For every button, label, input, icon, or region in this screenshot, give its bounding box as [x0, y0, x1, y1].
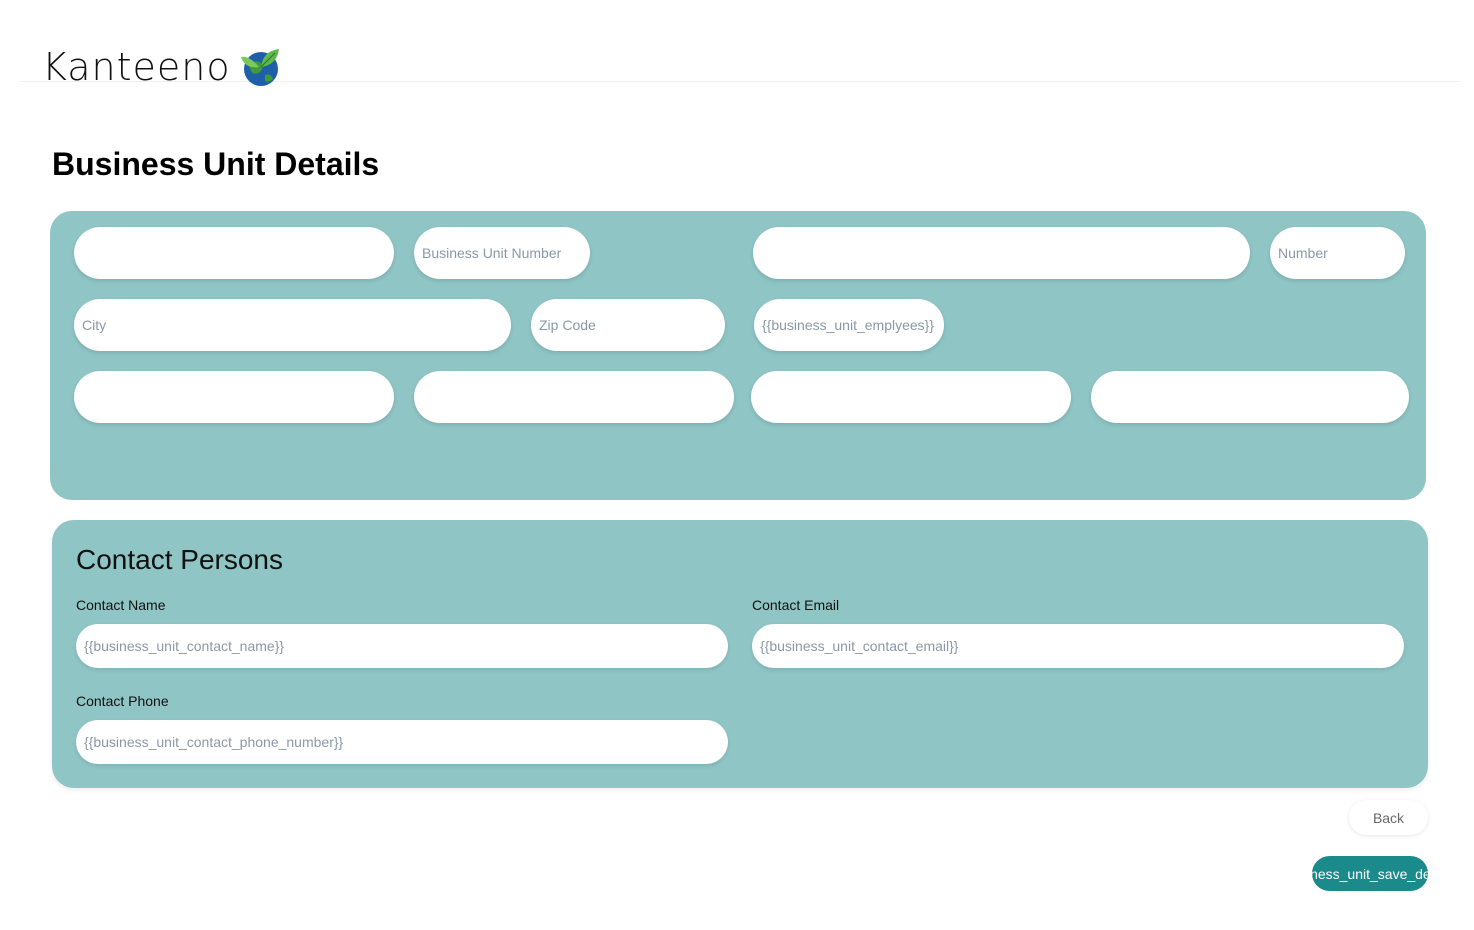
app-header: Kanteeno: [20, 0, 1460, 86]
details-field-row3-1[interactable]: [74, 371, 394, 423]
logo-text: Kanteeno: [42, 45, 231, 89]
contact-phone-label: Contact Phone: [76, 693, 169, 709]
details-field-row3-3[interactable]: [751, 371, 1071, 423]
street-number-input[interactable]: [1270, 227, 1405, 279]
contact-email-input[interactable]: [752, 624, 1404, 668]
contact-name-input[interactable]: [76, 624, 728, 668]
employees-input[interactable]: [754, 299, 944, 351]
contact-email-label: Contact Email: [752, 597, 840, 613]
globe-leaf-icon: [239, 45, 283, 89]
contact-persons-title: Contact Persons: [76, 544, 283, 575]
street-input[interactable]: [753, 227, 1250, 279]
business-unit-details-panel: [50, 211, 1426, 500]
city-input[interactable]: [74, 299, 511, 351]
contact-phone-input[interactable]: [76, 720, 728, 764]
back-button[interactable]: Back: [1349, 800, 1428, 835]
page-title: Business Unit Details: [52, 146, 380, 182]
business-unit-details-page: Kanteeno Business Unit Details Business …: [0, 0, 1474, 930]
details-field-row3-4[interactable]: [1091, 371, 1409, 423]
zip-code-input[interactable]: [531, 299, 725, 351]
contact-persons-panel: Contact Persons Contact Name Contact Ema…: [52, 520, 1428, 788]
contact-name-label: Contact Name: [76, 597, 166, 613]
business-unit-number-input[interactable]: [414, 227, 590, 279]
save-details-button-label: {{business_unit_save_details}}: [1312, 865, 1428, 882]
business-unit-name-input[interactable]: [74, 227, 394, 279]
details-field-row3-2[interactable]: [414, 371, 734, 423]
save-details-button[interactable]: {{business_unit_save_details}}: [1312, 856, 1428, 891]
logo[interactable]: Kanteeno: [42, 42, 283, 92]
